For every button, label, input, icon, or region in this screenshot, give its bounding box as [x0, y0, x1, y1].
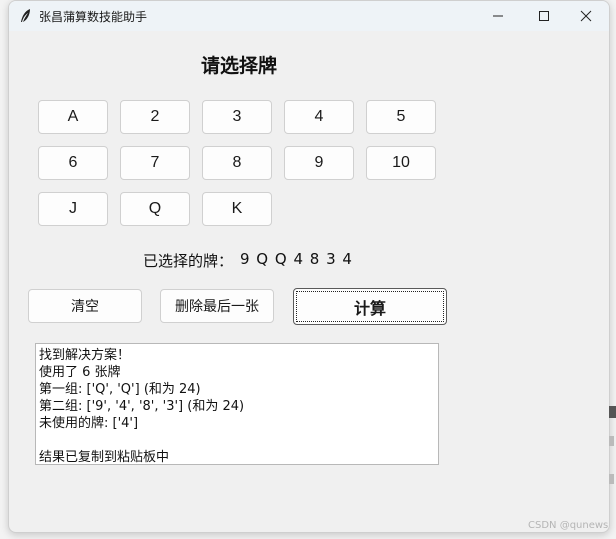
card-button-a[interactable]: A: [38, 100, 108, 134]
window-title: 张昌蒲算数技能助手: [39, 10, 148, 24]
result-line: 使用了 6 张牌: [39, 365, 121, 380]
delete-last-button[interactable]: 删除最后一张: [160, 289, 274, 323]
desktop-background: 张昌蒲算数技能助手 请选择牌 A 2 3 4 5 6 7 8 9 10 J Q …: [0, 0, 616, 539]
card-button-6[interactable]: 6: [38, 146, 108, 180]
background-window-edge: [609, 400, 616, 500]
page-title: 请选择牌: [200, 55, 277, 77]
card-button-5[interactable]: 5: [366, 100, 436, 134]
minimize-icon: [493, 15, 503, 17]
title-bar[interactable]: 张昌蒲算数技能助手: [9, 1, 609, 31]
card-button-10[interactable]: 10: [366, 146, 436, 180]
card-button-j[interactable]: J: [38, 192, 108, 226]
result-line: 未使用的牌: ['4']: [39, 416, 139, 431]
app-window: 张昌蒲算数技能助手 请选择牌 A 2 3 4 5 6 7 8 9 10 J Q …: [8, 0, 610, 533]
watermark-text: CSDN @qunews: [528, 520, 609, 531]
close-button[interactable]: [563, 1, 609, 31]
clear-button[interactable]: 清空: [28, 289, 142, 323]
close-icon: [580, 10, 592, 22]
minimize-button[interactable]: [475, 1, 521, 31]
result-line: 第一组: ['Q', 'Q'] (和为 24): [39, 382, 201, 397]
card-button-k[interactable]: K: [202, 192, 272, 226]
selected-cards-label: 已选择的牌：: [143, 252, 234, 270]
compute-button[interactable]: 计算: [293, 288, 447, 325]
card-button-7[interactable]: 7: [120, 146, 190, 180]
card-button-q[interactable]: Q: [120, 192, 190, 226]
card-button-2[interactable]: 2: [120, 100, 190, 134]
result-line: 结果已复制到粘贴板中: [39, 450, 170, 465]
card-button-4[interactable]: 4: [284, 100, 354, 134]
feather-icon: [21, 9, 30, 22]
card-button-3[interactable]: 3: [202, 100, 272, 134]
maximize-button[interactable]: [521, 1, 567, 31]
result-line: 找到解决方案！: [39, 348, 131, 363]
card-button-8[interactable]: 8: [202, 146, 272, 180]
result-textbox[interactable]: 找到解决方案！ 使用了 6 张牌 第一组: ['Q', 'Q'] (和为 24)…: [35, 343, 439, 465]
selected-cards-value: 9 Q Q 4 8 3 4: [240, 250, 353, 268]
result-line: 第二组: ['9', '4', '8', '3'] (和为 24): [39, 399, 245, 414]
focus-ring: [296, 291, 444, 322]
result-line: [39, 432, 435, 449]
maximize-icon: [539, 11, 549, 21]
card-button-9[interactable]: 9: [284, 146, 354, 180]
